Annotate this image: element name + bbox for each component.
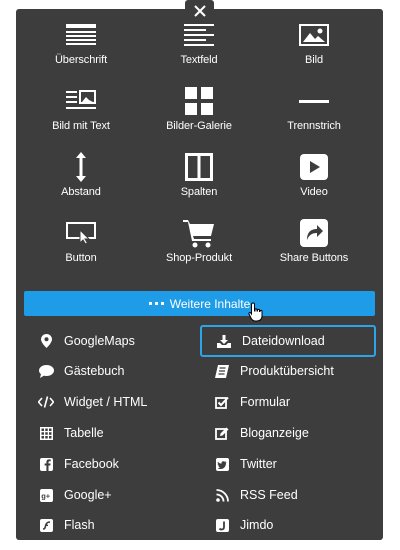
tile-label: Bild	[305, 54, 323, 66]
tile-video[interactable]: Video	[253, 150, 375, 216]
facebook-icon	[38, 456, 54, 472]
list-item-label: Facebook	[64, 457, 119, 471]
tile-label: Spalten	[180, 186, 218, 198]
tile-ueberschrift[interactable]: Überschrift	[20, 18, 142, 84]
svg-text:g+: g+	[41, 491, 51, 500]
image-icon	[299, 18, 329, 52]
list-item-widget-html[interactable]: Widget / HTML	[38, 388, 213, 416]
button-icon	[66, 216, 96, 250]
list-item-label: Flash	[64, 518, 95, 532]
rss-icon	[214, 487, 230, 503]
spacing-icon	[74, 150, 88, 184]
video-icon	[300, 150, 328, 184]
tile-label: Überschrift	[54, 54, 108, 66]
list-item-label: Gästebuch	[64, 364, 125, 378]
product-overview-icon	[214, 363, 230, 379]
code-icon	[38, 394, 54, 410]
tile-label: Bilder-Galerie	[166, 120, 232, 132]
list-item-label: Google+	[64, 488, 112, 502]
columns-icon	[185, 150, 213, 184]
tile-shop-produkt[interactable]: Shop-Produkt	[138, 216, 260, 282]
tile-label: Button	[65, 252, 97, 264]
tile-bild[interactable]: Bild	[253, 18, 375, 84]
tile-label: Shop-Produkt	[165, 252, 233, 264]
close-icon	[193, 4, 206, 17]
speech-bubble-icon	[38, 363, 54, 379]
list-item-label: RSS Feed	[240, 488, 298, 502]
list-item-label: Twitter	[240, 457, 277, 471]
list-item-label: Dateidownload	[242, 334, 325, 348]
list-item-facebook[interactable]: Facebook	[38, 450, 213, 478]
tile-bild-mit-text[interactable]: Bild mit Text	[20, 84, 142, 150]
more-content-label: Weitere Inhalte	[169, 296, 251, 311]
tile-label: Bild mit Text	[52, 120, 110, 132]
map-pin-icon	[38, 333, 54, 349]
tile-label: Share Buttons	[279, 252, 349, 264]
tile-label: Abstand	[61, 186, 101, 198]
tile-button[interactable]: Button	[20, 216, 142, 282]
tile-textfeld[interactable]: Textfeld	[138, 18, 260, 84]
list-item-formular[interactable]: Formular	[214, 388, 389, 416]
tile-trennstrich[interactable]: Trennstrich	[253, 84, 375, 150]
list-item-gaestebuch[interactable]: Gästebuch	[38, 357, 213, 385]
tile-bilder-galerie[interactable]: Bilder-Galerie	[138, 84, 260, 150]
list-item-label: Jimdo	[240, 518, 274, 532]
list-item-label: Bloganzeige	[240, 426, 309, 440]
divider-icon	[299, 84, 329, 118]
list-item-jimdo[interactable]: Jimdo	[214, 511, 389, 539]
shopping-cart-icon	[183, 216, 215, 250]
list-item-twitter[interactable]: Twitter	[214, 450, 389, 478]
list-item-label: GoogleMaps	[64, 334, 135, 348]
list-item-flash[interactable]: Flash	[38, 511, 213, 539]
twitter-icon	[214, 456, 230, 472]
list-item-bloganzeige[interactable]: Bloganzeige	[214, 419, 389, 447]
tile-label: Video	[300, 186, 328, 198]
textfield-icon	[184, 18, 214, 52]
list-item-googlemaps[interactable]: GoogleMaps	[38, 327, 213, 355]
list-item-label: Formular	[240, 395, 291, 409]
tile-label: Textfeld	[180, 54, 218, 66]
hand-cursor-icon	[248, 302, 264, 327]
heading-icon	[66, 18, 96, 52]
tile-abstand[interactable]: Abstand	[20, 150, 142, 216]
tile-label: Trennstrich	[287, 120, 341, 132]
more-content-button[interactable]: Weitere Inhalte	[24, 291, 375, 316]
tile-share-buttons[interactable]: Share Buttons	[253, 216, 375, 282]
gallery-icon	[185, 84, 213, 118]
jimdo-icon	[214, 517, 230, 533]
list-item-produktuebersicht[interactable]: Produktübersicht	[214, 357, 389, 385]
blog-edit-icon	[214, 425, 230, 441]
list-item-google-plus[interactable]: g+ Google+	[38, 481, 213, 509]
tile-spalten[interactable]: Spalten	[138, 150, 260, 216]
list-item-tabelle[interactable]: Tabelle	[38, 419, 213, 447]
google-plus-icon: g+	[38, 487, 54, 503]
list-item-rss-feed[interactable]: RSS Feed	[214, 481, 389, 509]
list-item-label: Tabelle	[64, 426, 104, 440]
dots-icon	[148, 302, 164, 305]
download-icon	[216, 333, 232, 349]
flash-icon	[38, 517, 54, 533]
list-item-label: Widget / HTML	[64, 395, 148, 409]
list-item-dateidownload[interactable]: Dateidownload	[200, 325, 376, 357]
form-checkbox-icon	[214, 394, 230, 410]
table-icon	[38, 425, 54, 441]
image-with-text-icon	[66, 84, 96, 118]
list-item-label: Produktübersicht	[240, 364, 334, 378]
share-icon	[300, 216, 328, 250]
